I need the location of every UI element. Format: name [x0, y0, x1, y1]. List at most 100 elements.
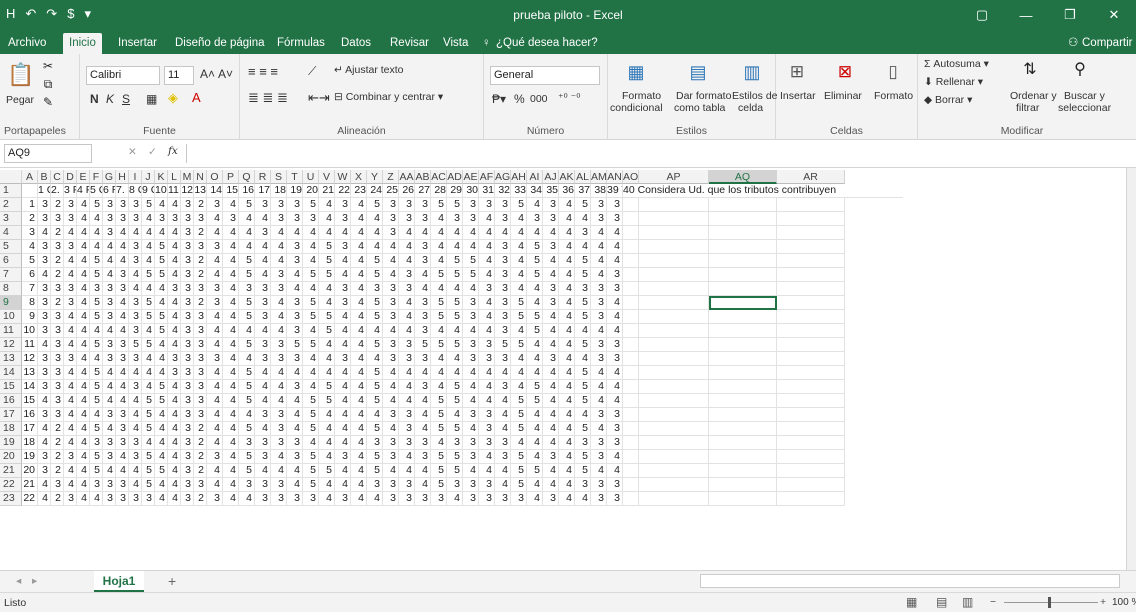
delete-cells-button[interactable]: Eliminar: [824, 90, 862, 102]
cell[interactable]: 4: [559, 464, 575, 478]
cell[interactable]: 5: [90, 422, 103, 436]
cell[interactable]: 5: [367, 198, 383, 212]
name-box[interactable]: AQ9: [4, 144, 92, 163]
cell[interactable]: [709, 450, 777, 464]
cell[interactable]: 5: [303, 338, 319, 352]
cell[interactable]: 3: [399, 436, 415, 450]
cell[interactable]: 4: [77, 338, 90, 352]
cell[interactable]: 4: [559, 478, 575, 492]
insert-cells-button[interactable]: Insertar: [780, 90, 816, 102]
cell[interactable]: 3: [495, 254, 511, 268]
cell[interactable]: 4: [207, 394, 223, 408]
cell[interactable]: 4: [367, 226, 383, 240]
cell[interactable]: [709, 310, 777, 324]
cell[interactable]: [709, 436, 777, 450]
cell[interactable]: 3: [103, 450, 116, 464]
cell[interactable]: 4: [255, 380, 271, 394]
cell[interactable]: [777, 240, 845, 254]
cell[interactable]: 3: [51, 366, 64, 380]
percent-button[interactable]: %: [514, 92, 525, 106]
cell[interactable]: 34: [527, 184, 543, 198]
cell[interactable]: 4: [527, 366, 543, 380]
cell[interactable]: 4: [367, 492, 383, 506]
cell[interactable]: 3: [415, 296, 431, 310]
cell[interactable]: 4: [155, 408, 168, 422]
cell[interactable]: [623, 422, 639, 436]
cell[interactable]: 4: [415, 268, 431, 282]
conditional-format-label[interactable]: Formato: [622, 90, 661, 102]
cell[interactable]: [709, 198, 777, 212]
cell[interactable]: 3: [271, 268, 287, 282]
row-header[interactable]: 6: [0, 254, 22, 268]
cell-styles-icon[interactable]: ▥: [738, 58, 766, 86]
cell[interactable]: 5: [447, 296, 463, 310]
cell[interactable]: 4: [559, 226, 575, 240]
cell[interactable]: 4: [559, 254, 575, 268]
cell[interactable]: 4: [543, 408, 559, 422]
cell[interactable]: 4: [319, 408, 335, 422]
cell[interactable]: [709, 282, 777, 296]
cell[interactable]: [639, 422, 709, 436]
cell[interactable]: 5: [303, 464, 319, 478]
cell[interactable]: [709, 226, 777, 240]
cell[interactable]: 4: [77, 436, 90, 450]
cell[interactable]: 4: [223, 450, 239, 464]
cell[interactable]: 3: [383, 296, 399, 310]
cell[interactable]: 5: [367, 380, 383, 394]
cell[interactable]: 4: [168, 226, 181, 240]
cell[interactable]: 4: [239, 408, 255, 422]
cell[interactable]: 3: [90, 478, 103, 492]
cell[interactable]: [639, 408, 709, 422]
cell[interactable]: 37: [575, 184, 591, 198]
zoom-slider-thumb[interactable]: [1048, 597, 1051, 608]
cell[interactable]: 4: [543, 436, 559, 450]
cell[interactable]: 5: [431, 198, 447, 212]
column-header[interactable]: B: [38, 170, 51, 184]
cell[interactable]: 4: [431, 380, 447, 394]
cell[interactable]: 3: [194, 366, 207, 380]
row-header[interactable]: 11: [0, 324, 22, 338]
cell[interactable]: 3: [287, 324, 303, 338]
cell[interactable]: 5: [527, 268, 543, 282]
cell[interactable]: 4: [103, 240, 116, 254]
cell[interactable]: 5: [142, 464, 155, 478]
cell[interactable]: 4: [575, 492, 591, 506]
cell[interactable]: 4: [527, 408, 543, 422]
cell[interactable]: 4: [64, 394, 77, 408]
row-header[interactable]: 14: [0, 366, 22, 380]
cell[interactable]: 3 Pr: [64, 184, 77, 198]
cell[interactable]: 4: [77, 296, 90, 310]
cell[interactable]: 3: [181, 268, 194, 282]
cell[interactable]: 3: [463, 212, 479, 226]
cell[interactable]: 4: [511, 240, 527, 254]
column-header[interactable]: Z: [383, 170, 399, 184]
cell[interactable]: 3: [495, 212, 511, 226]
restore-icon[interactable]: ❐: [1048, 0, 1092, 30]
cell[interactable]: 5: [511, 464, 527, 478]
cell[interactable]: 5: [575, 380, 591, 394]
cell[interactable]: [623, 352, 639, 366]
cell[interactable]: 2: [194, 450, 207, 464]
cell[interactable]: 2: [51, 464, 64, 478]
cell[interactable]: 5: [319, 240, 335, 254]
cell[interactable]: 4: [38, 478, 51, 492]
cell[interactable]: 4: [479, 324, 495, 338]
insert-cells-icon[interactable]: ⊞: [784, 58, 810, 86]
cell[interactable]: 4: [129, 422, 142, 436]
cell[interactable]: [623, 464, 639, 478]
cell[interactable]: 4: [351, 478, 367, 492]
cell[interactable]: [777, 310, 845, 324]
row-header[interactable]: 2: [0, 198, 22, 212]
cell[interactable]: 3: [129, 254, 142, 268]
next-sheet-icon[interactable]: ▸: [32, 575, 37, 587]
cell[interactable]: 3: [495, 352, 511, 366]
cell[interactable]: 4: [447, 366, 463, 380]
cell[interactable]: 3: [431, 492, 447, 506]
cell[interactable]: 4: [303, 436, 319, 450]
cell[interactable]: 3: [129, 492, 142, 506]
cell[interactable]: 4: [64, 408, 77, 422]
cell[interactable]: 3: [64, 296, 77, 310]
cell[interactable]: [709, 464, 777, 478]
cell[interactable]: [639, 380, 709, 394]
cell[interactable]: 3: [383, 282, 399, 296]
